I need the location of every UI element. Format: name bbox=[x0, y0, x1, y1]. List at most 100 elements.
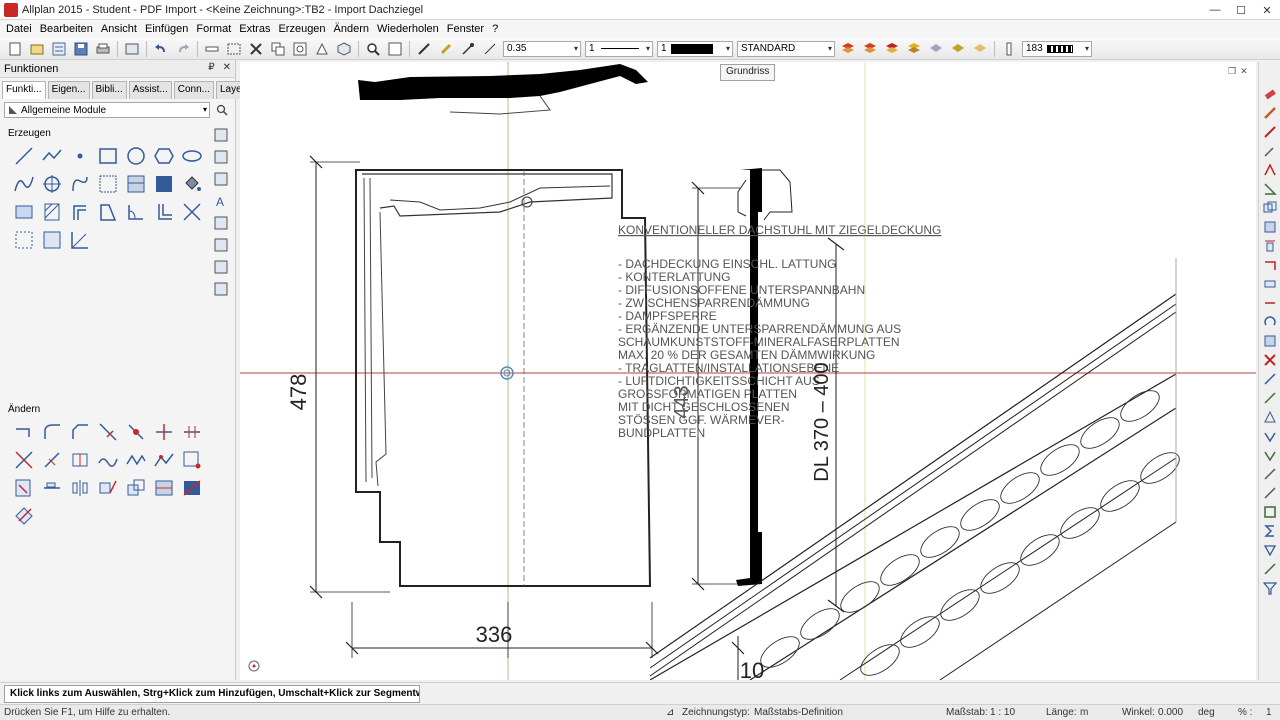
layer-stack-icon-3[interactable] bbox=[883, 40, 901, 58]
side-tool-icon-2[interactable] bbox=[212, 148, 230, 166]
mirror-icon[interactable] bbox=[313, 40, 331, 58]
mirror-right-icon[interactable] bbox=[1262, 333, 1278, 349]
drawing-type-value[interactable]: Maßstabs-Definition bbox=[754, 707, 843, 718]
point-tool-icon[interactable] bbox=[66, 142, 94, 170]
edit-tool-icon[interactable] bbox=[1262, 485, 1278, 501]
hatch-tool-icon[interactable] bbox=[94, 170, 122, 198]
layer-print-icon[interactable] bbox=[971, 40, 989, 58]
paint-icon[interactable] bbox=[1262, 124, 1278, 140]
tab-bibliothek[interactable]: Bibli... bbox=[91, 81, 127, 99]
module-select[interactable]: Allgemeine Module ▾ bbox=[4, 102, 210, 118]
frame-icon[interactable] bbox=[1262, 504, 1278, 520]
align-icon[interactable] bbox=[38, 474, 66, 502]
close-button[interactable]: ✕ bbox=[1254, 0, 1280, 20]
image-export-icon[interactable] bbox=[123, 40, 141, 58]
array-icon[interactable] bbox=[150, 474, 178, 502]
canvas-close-icon[interactable]: ✕ bbox=[1240, 66, 1248, 77]
menu-ansicht[interactable]: Ansicht bbox=[97, 23, 141, 35]
undo-icon[interactable] bbox=[152, 40, 170, 58]
delete-right-icon[interactable] bbox=[1262, 352, 1278, 368]
tab-connect[interactable]: Conn... bbox=[173, 81, 214, 99]
arrow-down-icon[interactable] bbox=[1262, 447, 1278, 463]
tab-funktionen[interactable]: Funkti... bbox=[2, 81, 46, 99]
align-top-icon[interactable] bbox=[1262, 238, 1278, 254]
drawing-files-icon[interactable] bbox=[50, 40, 68, 58]
sequence-icon[interactable] bbox=[1000, 40, 1018, 58]
paint-bucket-icon[interactable] bbox=[178, 170, 206, 198]
select-window-icon[interactable] bbox=[225, 40, 243, 58]
extend-icon[interactable] bbox=[150, 418, 178, 446]
divide-right-icon[interactable] bbox=[1262, 295, 1278, 311]
menu-aendern[interactable]: Ändern bbox=[330, 23, 373, 35]
angle-icon[interactable] bbox=[122, 198, 150, 226]
move-point-icon[interactable] bbox=[178, 446, 206, 474]
pen-format-icon[interactable] bbox=[415, 40, 433, 58]
new-file-icon[interactable] bbox=[6, 40, 24, 58]
wave-icon[interactable] bbox=[94, 446, 122, 474]
ellipse-tool-icon[interactable] bbox=[178, 142, 206, 170]
filter-icon[interactable] bbox=[1262, 580, 1278, 596]
layer-stack-icon[interactable] bbox=[1262, 219, 1278, 235]
divide-icon[interactable] bbox=[178, 418, 206, 446]
chamfer-icon[interactable] bbox=[66, 418, 94, 446]
profile-icon[interactable] bbox=[94, 198, 122, 226]
hatch-right-icon[interactable] bbox=[1262, 561, 1278, 577]
side-tool-icon-3[interactable] bbox=[212, 170, 230, 188]
rotate-icon[interactable] bbox=[1262, 314, 1278, 330]
move-icon[interactable] bbox=[291, 40, 309, 58]
brush-right-icon[interactable] bbox=[1262, 390, 1278, 406]
save-icon[interactable] bbox=[72, 40, 90, 58]
text-tool-icon[interactable]: A bbox=[212, 192, 230, 210]
hatching-icon[interactable] bbox=[38, 198, 66, 226]
circle-tool-icon[interactable] bbox=[122, 142, 150, 170]
layer-stack-icon-1[interactable] bbox=[839, 40, 857, 58]
layer-select[interactable]: STANDARD ▾ bbox=[737, 40, 835, 57]
measure-icon[interactable] bbox=[203, 40, 221, 58]
menu-einfuegen[interactable]: Einfügen bbox=[141, 23, 192, 35]
polyline-edit-icon[interactable] bbox=[150, 446, 178, 474]
center-icon[interactable] bbox=[66, 474, 94, 502]
explode-icon[interactable] bbox=[178, 474, 206, 502]
side-tool-icon-5[interactable] bbox=[212, 214, 230, 232]
pen-right-icon[interactable] bbox=[1262, 371, 1278, 387]
sigma-icon[interactable] bbox=[1262, 523, 1278, 539]
angle-bisector-icon[interactable] bbox=[66, 226, 94, 254]
triangle-down-icon[interactable] bbox=[1262, 542, 1278, 558]
layer-copy-icon[interactable] bbox=[1262, 200, 1278, 216]
pen-thickness-select[interactable]: 0.35 ▾ bbox=[503, 40, 581, 57]
menu-fenster[interactable]: Fenster bbox=[443, 23, 488, 35]
open-project-icon[interactable] bbox=[28, 40, 46, 58]
layer-lock-icon[interactable] bbox=[949, 40, 967, 58]
minimize-button[interactable]: — bbox=[1202, 0, 1228, 20]
split-icon[interactable] bbox=[122, 418, 150, 446]
drawing-canvas[interactable]: KONVENTIONELLER DACHSTUHL MIT ZIEGELDECK… bbox=[240, 62, 1256, 680]
redo-icon[interactable] bbox=[174, 40, 192, 58]
angle-snap-icon[interactable] bbox=[1262, 181, 1278, 197]
delete-segment-icon[interactable] bbox=[10, 446, 38, 474]
scale-value[interactable]: 1 : 10 bbox=[990, 707, 1015, 718]
angle-unit[interactable]: deg bbox=[1198, 707, 1215, 718]
intersection-icon[interactable] bbox=[178, 198, 206, 226]
filling-tool-icon[interactable] bbox=[150, 170, 178, 198]
canvas-restore-icon[interactable]: ❐ bbox=[1228, 66, 1236, 77]
print-icon[interactable] bbox=[94, 40, 112, 58]
help-icon[interactable] bbox=[386, 40, 404, 58]
dot-grid-icon[interactable] bbox=[38, 226, 66, 254]
image-area-icon[interactable] bbox=[10, 198, 38, 226]
layer-stack-icon-4[interactable] bbox=[905, 40, 923, 58]
menu-datei[interactable]: Datei bbox=[2, 23, 36, 35]
trim-icon[interactable] bbox=[94, 418, 122, 446]
spline-tool-icon[interactable] bbox=[10, 170, 38, 198]
zigzag-icon[interactable] bbox=[122, 446, 150, 474]
pick-icon[interactable] bbox=[1262, 143, 1278, 159]
polyline-tool-icon[interactable] bbox=[38, 142, 66, 170]
side-tool-icon-7[interactable] bbox=[212, 258, 230, 276]
offset-right-icon[interactable] bbox=[1262, 257, 1278, 273]
line-tool-icon[interactable] bbox=[10, 142, 38, 170]
zoom-select[interactable]: 183 ▾ bbox=[1022, 40, 1092, 57]
length-unit[interactable]: m bbox=[1080, 707, 1088, 718]
menu-bearbeiten[interactable]: Bearbeiten bbox=[36, 23, 97, 35]
panel-close-icon[interactable]: ✕ bbox=[223, 62, 231, 73]
document-delete-icon[interactable] bbox=[10, 474, 38, 502]
menu-help[interactable]: ? bbox=[488, 23, 502, 35]
